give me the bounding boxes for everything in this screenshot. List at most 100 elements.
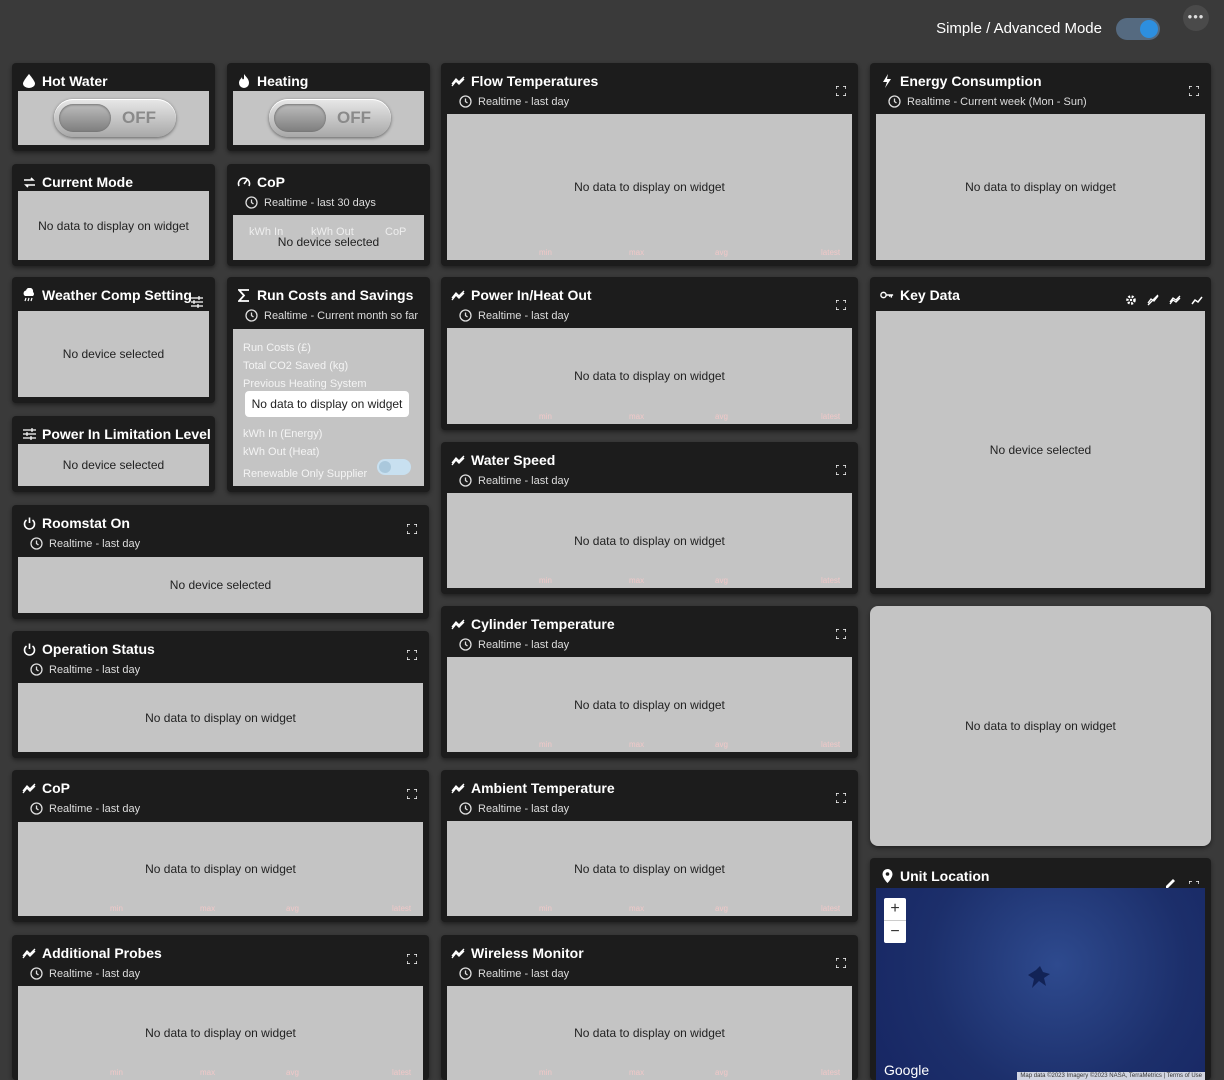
hot-water-switch[interactable]: OFF bbox=[54, 99, 176, 137]
legend-avg: avg bbox=[715, 576, 728, 585]
power-limit-body: No device selected bbox=[18, 444, 209, 486]
ambient-temperature-title: Ambient Temperature bbox=[471, 780, 615, 796]
fullscreen-icon[interactable] bbox=[835, 790, 847, 804]
hot-water-header: Hot Water bbox=[22, 73, 108, 89]
legend-latest: latest bbox=[392, 1068, 412, 1077]
chart-line-icon[interactable] bbox=[1169, 293, 1181, 311]
chart-legend: min max avg latest bbox=[447, 576, 852, 586]
flow-temperatures-period: Realtime - last day bbox=[478, 95, 570, 108]
power-icon bbox=[22, 642, 36, 656]
current-mode-title: Current Mode bbox=[42, 174, 133, 190]
power-limit-title: Power In Limitation Level bbox=[42, 426, 211, 442]
renewable-supplier-toggle[interactable] bbox=[377, 459, 411, 475]
sigma-icon bbox=[237, 288, 251, 302]
cylinder-temperature-header: Cylinder Temperature bbox=[451, 616, 615, 632]
tune-icon[interactable] bbox=[191, 295, 203, 308]
fullscreen-icon[interactable] bbox=[835, 626, 847, 640]
cylinder-temperature-body: No data to display on widget min max avg… bbox=[447, 657, 852, 752]
water-speed-header: Water Speed bbox=[451, 452, 555, 468]
hot-water-title: Hot Water bbox=[42, 73, 108, 89]
roomstat-subtitle: Realtime - last day bbox=[30, 537, 140, 550]
fullscreen-icon[interactable] bbox=[835, 955, 847, 969]
fullscreen-icon[interactable] bbox=[835, 462, 847, 476]
chart-legend: min max avg latest bbox=[18, 904, 423, 914]
water-speed-period: Realtime - last day bbox=[478, 474, 570, 487]
more-options-button[interactable]: ••• bbox=[1183, 5, 1209, 31]
weather-comp-header: Weather Comp Setting bbox=[22, 287, 192, 303]
hot-water-state: OFF bbox=[122, 108, 156, 127]
chart-off-icon[interactable] bbox=[1147, 293, 1159, 311]
chart-line-icon bbox=[451, 781, 465, 795]
ambient-temperature-body: No data to display on widget min max avg… bbox=[447, 821, 852, 916]
zoom-in-button[interactable]: + bbox=[884, 898, 906, 921]
heating-switch[interactable]: OFF bbox=[269, 99, 391, 137]
map-attribution[interactable]: Map data ©2023 Imagery ©2023 NASA, Terra… bbox=[1017, 1072, 1205, 1080]
mode-toggle[interactable] bbox=[1116, 18, 1160, 40]
chart-line-icon bbox=[451, 288, 465, 302]
legend-max: max bbox=[629, 412, 645, 421]
no-data-message: No data to display on widget bbox=[145, 862, 296, 876]
cop-chart-header: CoP bbox=[22, 780, 70, 796]
power-in-heat-out-title: Power In/Heat Out bbox=[471, 287, 592, 303]
chart-legend: min max avg latest bbox=[447, 1068, 852, 1078]
key-data-header: Key Data bbox=[880, 287, 960, 303]
map-view[interactable]: + − Google Map data ©2023 Imagery ©2023 … bbox=[876, 888, 1205, 1080]
clock-icon bbox=[245, 309, 258, 322]
mode-label: Simple / Advanced Mode bbox=[936, 20, 1102, 37]
fullscreen-icon[interactable] bbox=[406, 951, 418, 965]
chart-line-icon bbox=[22, 946, 36, 960]
cop-chart-subtitle: Realtime - last day bbox=[30, 802, 140, 815]
swap-icon bbox=[22, 175, 36, 189]
switch-thumb bbox=[59, 104, 111, 132]
clock-icon bbox=[30, 802, 43, 815]
chart-legend: min max avg latest bbox=[447, 904, 852, 914]
run-costs-subtitle: Realtime - Current month so far bbox=[245, 309, 418, 322]
heating-header: Heating bbox=[237, 73, 308, 89]
power-in-heat-out-body: No data to display on widget min max avg… bbox=[447, 328, 852, 424]
unit-location-header: Unit Location bbox=[880, 868, 989, 884]
operation-status-card: Operation Status Realtime - last day No … bbox=[12, 631, 429, 758]
legend-min: min bbox=[539, 248, 552, 257]
cylinder-temperature-subtitle: Realtime - last day bbox=[459, 638, 569, 651]
cop-summary-period: Realtime - last 30 days bbox=[264, 196, 376, 209]
water-speed-card: Water Speed Realtime - last day No data … bbox=[441, 442, 858, 594]
roomstat-period: Realtime - last day bbox=[49, 537, 141, 550]
additional-probes-period: Realtime - last day bbox=[49, 967, 141, 980]
clock-icon bbox=[459, 95, 472, 108]
edit-icon[interactable] bbox=[1165, 876, 1175, 888]
hot-water-body: OFF bbox=[18, 91, 209, 145]
chart-legend: min max avg latest bbox=[447, 412, 852, 422]
legend-min: min bbox=[539, 412, 552, 421]
trending-icon[interactable] bbox=[1191, 293, 1203, 311]
map-island-feature bbox=[1028, 966, 1050, 988]
settings-icon[interactable] bbox=[1125, 293, 1137, 311]
wireless-monitor-card: Wireless Monitor Realtime - last day No … bbox=[441, 935, 858, 1080]
clock-icon bbox=[459, 474, 472, 487]
legend-avg: avg bbox=[715, 412, 728, 421]
fullscreen-icon[interactable] bbox=[835, 297, 847, 311]
fullscreen-icon[interactable] bbox=[1188, 83, 1200, 97]
clock-icon bbox=[459, 802, 472, 815]
energy-consumption-period: Realtime - Current week (Mon - Sun) bbox=[907, 95, 1087, 108]
run-costs-item: kWh Out (Heat) bbox=[243, 446, 320, 458]
fullscreen-icon[interactable] bbox=[406, 647, 418, 661]
additional-probes-title: Additional Probes bbox=[42, 945, 162, 961]
heating-card: Heating OFF bbox=[227, 63, 430, 151]
fullscreen-icon[interactable] bbox=[406, 521, 418, 535]
cop-chart-period: Realtime - last day bbox=[49, 802, 141, 815]
fullscreen-icon[interactable] bbox=[835, 83, 847, 97]
legend-avg: avg bbox=[715, 904, 728, 913]
mode-toggle-knob bbox=[1140, 20, 1158, 38]
no-data-message: No data to display on widget bbox=[574, 180, 725, 194]
no-data-message: No data to display on widget bbox=[965, 180, 1116, 194]
clock-icon bbox=[459, 309, 472, 322]
fullscreen-icon[interactable] bbox=[1188, 878, 1200, 892]
heating-state: OFF bbox=[337, 108, 371, 127]
zoom-out-button[interactable]: − bbox=[884, 921, 906, 943]
fullscreen-icon[interactable] bbox=[406, 786, 418, 800]
clock-icon bbox=[459, 638, 472, 651]
cop-summary-card: CoP Realtime - last 30 days kWh In kWh O… bbox=[227, 164, 430, 266]
operation-status-header: Operation Status bbox=[22, 641, 155, 657]
no-device-message: No device selected bbox=[277, 235, 380, 249]
power-in-heat-out-header: Power In/Heat Out bbox=[451, 287, 592, 303]
